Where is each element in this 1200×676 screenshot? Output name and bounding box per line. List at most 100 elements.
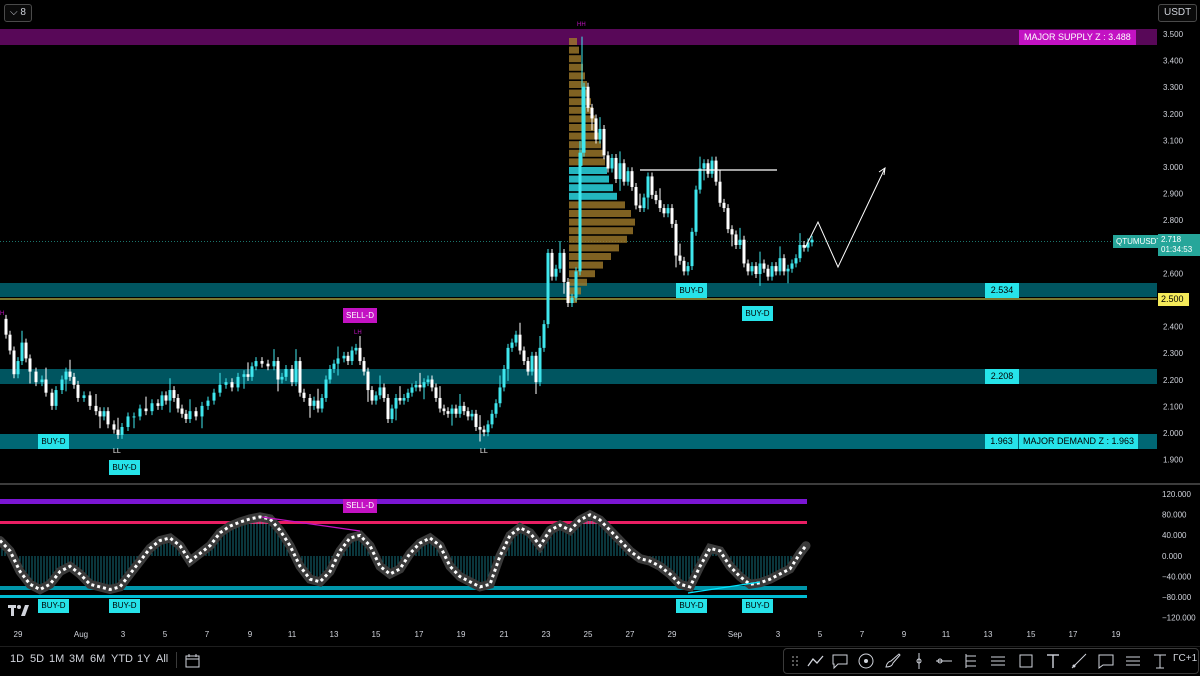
fib-retracement-icon[interactable]	[961, 651, 981, 671]
time-axis[interactable]: 29 Aug 3 5 7 9 11 13 15 17 19 21 23 25 27 29 Sep 3 5 7 9 11 13…	[14, 630, 1121, 639]
time-tick: 15	[1027, 630, 1036, 639]
timeframe-1y[interactable]: 1Y	[137, 653, 150, 665]
timeframe-all[interactable]: All	[156, 653, 168, 665]
time-tick: 25	[584, 630, 593, 639]
candle-body	[358, 347, 362, 362]
candle-body	[290, 368, 294, 383]
candle-body	[266, 363, 270, 367]
candle-body	[778, 258, 782, 272]
currency-button[interactable]: USDT	[1158, 4, 1198, 22]
candle-body	[180, 408, 184, 414]
zone-2534-label: 2.534	[985, 283, 1019, 298]
candle-body	[670, 208, 674, 224]
ray-icon[interactable]	[1069, 651, 1089, 671]
candle-body	[94, 405, 98, 412]
time-tick: Sep	[728, 630, 743, 639]
tradingview-logo-icon	[8, 604, 30, 616]
candle-body	[336, 358, 340, 364]
ll-label: LL	[113, 448, 121, 455]
price-tick: 2.800	[1163, 216, 1184, 225]
timeframe-1d[interactable]: 1D	[10, 653, 24, 665]
candle-body	[486, 424, 490, 433]
price-tick: 3.300	[1163, 83, 1184, 92]
candle-body	[562, 252, 566, 282]
candle-body	[378, 387, 382, 396]
oscillator-line	[0, 513, 808, 592]
candle-body	[622, 163, 626, 182]
candle-body	[594, 118, 598, 140]
candle-body	[738, 239, 742, 245]
timeframe-ytd[interactable]: YTD	[111, 653, 133, 665]
vertical-line-icon[interactable]	[909, 651, 929, 671]
time-tick: 11	[288, 630, 297, 639]
countdown-value: 01:34:53	[1161, 245, 1193, 254]
candle-body	[602, 128, 606, 156]
candle-body	[662, 208, 666, 214]
timeframe-6m[interactable]: 6M	[90, 653, 105, 665]
candle-body	[630, 171, 634, 187]
candle-body	[64, 371, 68, 380]
candle-body	[40, 379, 44, 383]
toolbar-right-label[interactable]: ΓC+1	[1173, 653, 1197, 664]
candle-body	[112, 424, 116, 430]
candle-body	[430, 379, 434, 388]
buy-signal-tag: BUY-D	[676, 283, 707, 298]
time-tick: 11	[942, 630, 951, 639]
price-tick: 2.300	[1163, 349, 1184, 358]
time-tick: 21	[500, 630, 509, 639]
horizontal-line-icon[interactable]	[934, 651, 954, 671]
measure-icon[interactable]	[1150, 651, 1170, 671]
candle-body	[206, 400, 210, 406]
candle-body	[224, 382, 228, 385]
time-tick: 29	[668, 630, 677, 639]
candle-body	[522, 350, 526, 362]
candle-body	[390, 408, 394, 420]
hh-label: HH	[577, 22, 586, 28]
price-tick: 3.400	[1163, 57, 1184, 66]
projection-path[interactable]	[804, 167, 886, 269]
candle-body	[144, 408, 148, 412]
trend-icon[interactable]	[806, 651, 826, 671]
position-icon[interactable]	[1123, 651, 1143, 671]
candle-body	[250, 366, 254, 377]
rectangle-icon[interactable]	[1016, 651, 1036, 671]
candle-body	[618, 163, 622, 180]
note-icon[interactable]	[1096, 651, 1116, 671]
callout-icon[interactable]	[830, 651, 850, 671]
target-icon[interactable]	[856, 651, 876, 671]
oscillator-axis[interactable]: 120.000 80.000 40.000 0.000 −40.000 −80.000 −1…	[1162, 490, 1196, 623]
candle-body	[810, 239, 814, 243]
candle-body	[458, 405, 462, 414]
osc-tick: −40.000	[1162, 572, 1192, 581]
candle-body	[454, 408, 458, 414]
candle-body	[610, 157, 614, 169]
text-icon[interactable]	[1043, 651, 1063, 671]
drag-handle-icon[interactable]	[787, 651, 807, 671]
candle-body	[184, 413, 188, 420]
price-tick: 3.100	[1163, 136, 1184, 145]
candle-body	[346, 355, 350, 362]
timeframe-3m[interactable]: 3M	[69, 653, 84, 665]
candle-body	[702, 163, 706, 169]
volume-profile-bar	[569, 244, 619, 252]
price-tick: 1.900	[1163, 456, 1184, 465]
candle-body	[518, 334, 522, 351]
candle-body	[682, 260, 686, 272]
candle-body	[794, 258, 798, 264]
zone-1963-label: 1.963	[985, 434, 1018, 449]
candle-body	[726, 208, 730, 230]
candle-body	[718, 181, 722, 203]
parallel-channel-icon[interactable]	[988, 651, 1008, 671]
price-chart[interactable]: 3.500 3.400 3.300 3.200 3.100 3.000 2.900 2.800…	[0, 0, 1200, 675]
timeframe-1m[interactable]: 1M	[49, 653, 64, 665]
timeframe-5d[interactable]: 5D	[30, 653, 44, 665]
brush-icon[interactable]	[883, 651, 903, 671]
candle-body	[498, 387, 502, 404]
osc-buy-tag: BUY-D	[742, 599, 773, 613]
symbol-chip[interactable]: ⌵ 8	[4, 4, 32, 22]
candle-body	[366, 371, 370, 391]
date-range-icon[interactable]	[183, 651, 203, 671]
candle-body	[194, 411, 198, 417]
candle-body	[798, 245, 802, 259]
candle-body	[506, 347, 510, 369]
